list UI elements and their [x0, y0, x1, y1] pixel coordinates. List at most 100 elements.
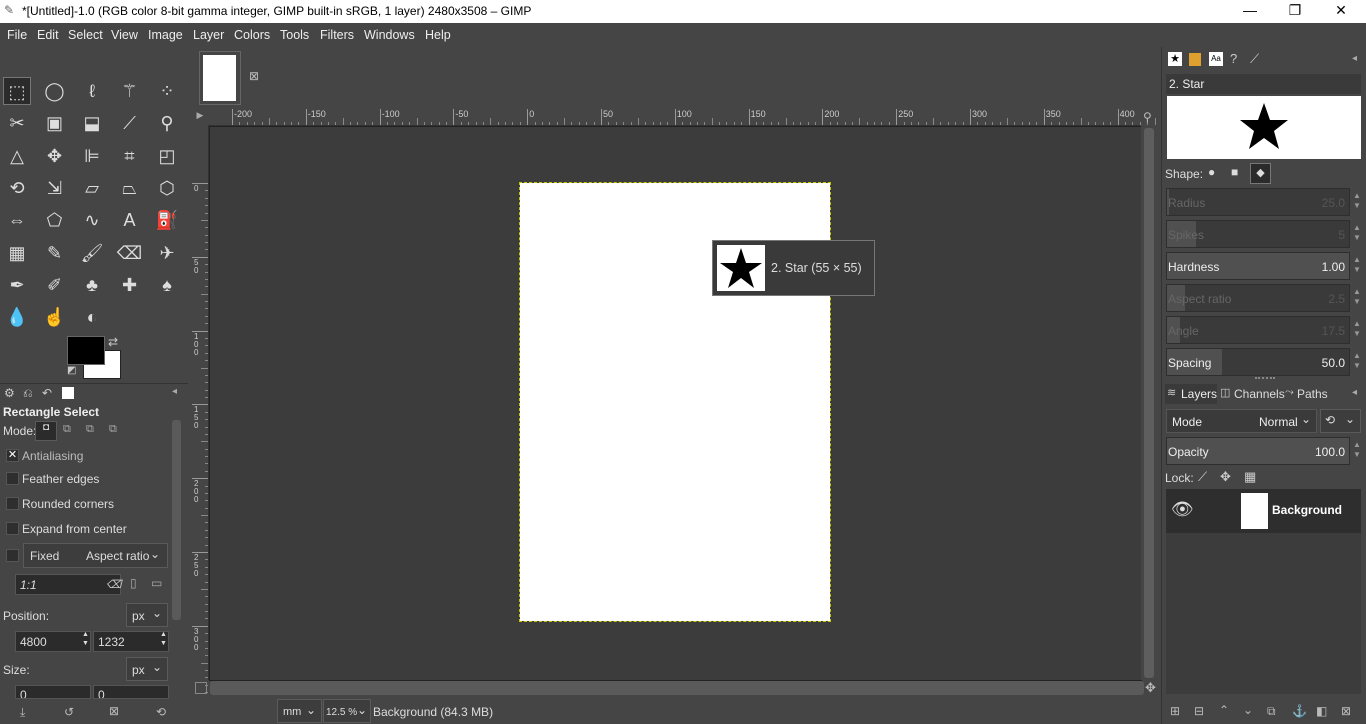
brush-slider-aspect-ratio[interactable]: Aspect ratio 2.5: [1166, 284, 1350, 312]
menu-edit[interactable]: Edit: [37, 28, 59, 42]
device-status-tab-icon[interactable]: ⎌: [23, 386, 33, 401]
quick-mask-icon[interactable]: [195, 682, 207, 694]
free-select-icon[interactable]: ℓ: [78, 77, 106, 105]
brush-slider-radius[interactable]: Radius 25.0: [1166, 188, 1350, 216]
menu-view[interactable]: View: [111, 28, 138, 42]
dodge-burn-icon[interactable]: ◐: [78, 303, 106, 331]
swap-colors-icon[interactable]: ⇄: [108, 335, 118, 349]
lock-pixels-icon[interactable]: ⟋: [1198, 469, 1207, 485]
mode-subtract-icon[interactable]: ⧉: [86, 423, 94, 436]
unified-transform-icon[interactable]: ◰: [153, 142, 181, 170]
horizontal-ruler[interactable]: -200 -150 -100 -50 0 50 100 150 200 250 300 350 400: [208, 109, 1186, 126]
close-button[interactable]: ✕: [1326, 2, 1356, 19]
vertical-ruler[interactable]: 0 50 100 150 200 250 300: [192, 125, 209, 694]
airbrush-icon[interactable]: ✈: [153, 239, 181, 267]
pencil-icon[interactable]: ✎: [41, 239, 69, 267]
opacity-spin[interactable]: ▲ ▼: [1352, 440, 1362, 468]
new-group-icon[interactable]: ⊟: [1194, 704, 1204, 718]
menu-layer[interactable]: Layer: [193, 28, 224, 42]
foreground-select-icon[interactable]: ▣: [41, 109, 69, 137]
delete-layer-icon[interactable]: ⊠: [1341, 704, 1351, 718]
undo-history-tab-icon[interactable]: ↶: [42, 386, 52, 400]
mypaint-brush-icon[interactable]: ✐: [41, 271, 69, 299]
eraser-icon[interactable]: ⌫: [116, 239, 144, 267]
spin-icon[interactable]: ▲ ▼: [82, 630, 89, 648]
lock-alpha-icon[interactable]: ▦: [1244, 469, 1256, 485]
smudge-icon[interactable]: ☝: [41, 303, 69, 331]
fuzzy-select-icon[interactable]: ⚚: [116, 77, 144, 105]
scissors-select-icon[interactable]: ✂: [3, 109, 31, 137]
warp-icon[interactable]: ∿: [78, 206, 106, 234]
mask-icon[interactable]: ◧: [1316, 704, 1327, 718]
delete-options-icon[interactable]: ⊠: [109, 704, 119, 718]
scale-icon[interactable]: ⇲: [41, 174, 69, 202]
tab-paths[interactable]: ⤳ Paths: [1284, 384, 1334, 404]
panel-divider[interactable]: [1255, 377, 1275, 382]
text-icon[interactable]: A: [116, 206, 144, 234]
mode-add-icon[interactable]: ⧉: [63, 423, 71, 436]
menu-colors[interactable]: Colors: [234, 28, 270, 42]
slider-spin[interactable]: ▲ ▼: [1352, 319, 1362, 347]
heal-icon[interactable]: ✚: [116, 271, 144, 299]
brush-slider-spacing[interactable]: Spacing 50.0: [1166, 348, 1350, 376]
clone-icon[interactable]: ♣: [78, 271, 106, 299]
brushes-tab-icon[interactable]: ★: [1168, 52, 1182, 66]
brush-tab-icon[interactable]: ⟋: [1250, 51, 1259, 67]
restore-options-icon[interactable]: ↺: [64, 705, 74, 719]
feather-edges-checkbox[interactable]: [6, 472, 19, 485]
menu-help[interactable]: Help: [425, 28, 451, 42]
3d-transform-icon[interactable]: ⬡: [153, 174, 181, 202]
ratio-input[interactable]: 1:1 ⌫: [15, 574, 122, 595]
slider-spin[interactable]: ▲ ▼: [1352, 287, 1362, 315]
rect-select-icon[interactable]: ⬚: [3, 77, 31, 105]
lock-position-icon[interactable]: ✥: [1220, 469, 1231, 485]
vertical-scroll-thumb[interactable]: [1144, 128, 1154, 678]
opacity-slider[interactable]: Opacity 100.0: [1166, 437, 1350, 465]
brush-slider-spikes[interactable]: Spikes 5: [1166, 220, 1350, 248]
brush-slider-angle[interactable]: Angle 17.5: [1166, 316, 1350, 344]
size-h-input[interactable]: 0: [93, 685, 169, 699]
spin-icon[interactable]: ▲ ▼: [160, 630, 167, 648]
shape-circle-icon[interactable]: ●: [1208, 165, 1215, 179]
images-tab-icon[interactable]: [62, 387, 74, 399]
unit-select[interactable]: mm ⌄: [277, 699, 322, 723]
warp-transform-icon[interactable]: ⇔: [3, 206, 31, 234]
layer-row[interactable]: 👁 Background: [1166, 489, 1361, 533]
brush-slider-hardness[interactable]: Hardness 1.00: [1166, 252, 1350, 280]
navigate-icon[interactable]: ✥: [1145, 680, 1156, 696]
tool-options-tab-icon[interactable]: ⚙: [4, 386, 15, 400]
vertical-scrollbar[interactable]: [1141, 126, 1157, 680]
mode-intersect-icon[interactable]: ⧉: [109, 423, 117, 436]
layer-mode-select[interactable]: Mode Normal ⌄: [1166, 409, 1317, 433]
menu-file[interactable]: File: [7, 28, 27, 42]
position-unit-select[interactable]: px ⌄: [126, 603, 168, 627]
move-icon[interactable]: ✥: [41, 142, 69, 170]
measure-icon[interactable]: △: [3, 142, 31, 170]
align-icon[interactable]: ⊫: [78, 142, 106, 170]
cage-transform-icon[interactable]: ⬠: [41, 206, 69, 234]
color-picker-icon[interactable]: ⟋: [116, 109, 144, 137]
paintbrush-icon[interactable]: 🖌: [78, 239, 106, 267]
fixed-checkbox[interactable]: [6, 549, 19, 562]
horizontal-scrollbar[interactable]: [210, 681, 1144, 695]
fixed-select[interactable]: Fixed Aspect ratio ⌄: [23, 543, 168, 568]
tab-menu-icon[interactable]: ◂: [1352, 387, 1357, 398]
ellipse-select-icon[interactable]: ◯: [41, 77, 69, 105]
antialiasing-checkbox[interactable]: ✕: [6, 449, 19, 462]
reset-options-icon[interactable]: ⟲: [156, 705, 166, 719]
composite-mode-button[interactable]: ⟲ ⌄: [1320, 409, 1361, 433]
lower-layer-icon[interactable]: ⌄: [1243, 703, 1253, 717]
ink-icon[interactable]: ✒: [3, 271, 31, 299]
zoom-icon[interactable]: ⚲: [153, 109, 181, 137]
image-tab[interactable]: [199, 51, 241, 105]
tab-channels[interactable]: ◫ Channels: [1218, 384, 1285, 404]
shape-square-icon[interactable]: ■: [1231, 165, 1238, 179]
expand-from-center-checkbox[interactable]: [6, 522, 19, 535]
restore-button[interactable]: ❐: [1280, 2, 1310, 19]
slider-spin[interactable]: ▲ ▼: [1352, 351, 1362, 379]
tab-layers[interactable]: ≋ Layers: [1165, 384, 1217, 404]
fonts-tab-icon[interactable]: Aa: [1209, 52, 1223, 66]
minimize-button[interactable]: —: [1235, 2, 1265, 18]
help-tab-icon[interactable]: ?: [1230, 51, 1237, 66]
slider-spin[interactable]: ▲ ▼: [1352, 191, 1362, 219]
